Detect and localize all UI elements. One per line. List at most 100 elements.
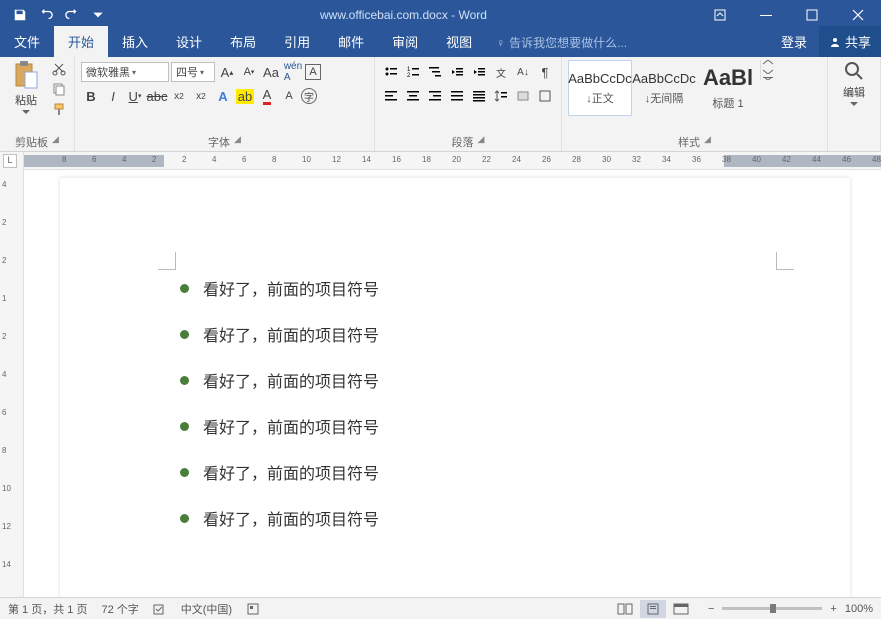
qat-customize-icon[interactable] — [86, 3, 110, 27]
document-view[interactable]: 看好了，前面的项目符号看好了，前面的项目符号看好了，前面的项目符号看好了，前面的… — [24, 170, 881, 597]
italic-button[interactable]: I — [103, 86, 123, 106]
list-item[interactable]: 看好了，前面的项目符号 — [180, 368, 379, 392]
tab-view[interactable]: 视图 — [432, 26, 486, 57]
web-layout-icon[interactable] — [668, 600, 694, 618]
bullet-icon — [180, 514, 189, 523]
change-case-icon[interactable]: Aa — [261, 62, 281, 82]
vertical-ruler[interactable]: L 42212468101214 — [0, 152, 24, 597]
align-left-icon[interactable] — [381, 86, 401, 106]
zoom-level[interactable]: 100% — [845, 603, 873, 615]
tab-selector[interactable]: L — [3, 154, 17, 168]
close-icon[interactable] — [835, 0, 881, 29]
tab-review[interactable]: 审阅 — [378, 26, 432, 57]
copy-icon[interactable] — [50, 80, 68, 98]
underline-button[interactable]: U▾ — [125, 86, 145, 106]
status-bar: 第 1 页，共 1 页 72 个字 中文(中国) − + 100% — [0, 597, 881, 619]
ribbon-options-icon[interactable] — [697, 0, 743, 29]
styles-dialog-launcher[interactable]: ◢ — [704, 134, 711, 150]
find-button[interactable]: 编辑 — [834, 60, 874, 106]
sort-icon[interactable]: A↓ — [513, 62, 533, 82]
format-painter-icon[interactable] — [50, 100, 68, 118]
status-language[interactable]: 中文(中国) — [181, 601, 232, 617]
zoom-slider[interactable] — [722, 607, 822, 610]
paste-button[interactable]: 粘贴 — [6, 60, 46, 114]
tab-layout[interactable]: 布局 — [216, 26, 270, 57]
maximize-icon[interactable] — [789, 0, 835, 29]
spellcheck-icon[interactable] — [153, 602, 167, 616]
character-shading-icon[interactable]: A — [279, 86, 299, 106]
multilevel-list-icon[interactable] — [425, 62, 445, 82]
save-icon[interactable] — [8, 3, 32, 27]
font-family-combo[interactable]: 微软雅黑▾ — [81, 62, 169, 82]
minimize-icon[interactable] — [743, 0, 789, 29]
tab-mailings[interactable]: 邮件 — [324, 26, 378, 57]
font-color-icon[interactable]: A — [257, 86, 277, 106]
list-item[interactable]: 看好了，前面的项目符号 — [180, 414, 379, 438]
numbering-icon[interactable]: 12 — [403, 62, 423, 82]
status-words[interactable]: 72 个字 — [101, 601, 138, 617]
tab-insert[interactable]: 插入 — [108, 26, 162, 57]
grow-font-icon[interactable]: A▴ — [217, 62, 237, 82]
print-layout-icon[interactable] — [640, 600, 666, 618]
superscript-button[interactable]: x2 — [191, 86, 211, 106]
styles-more-icon[interactable] — [760, 60, 776, 80]
share-button[interactable]: 共享 — [819, 26, 881, 57]
enclose-char-icon[interactable]: 字 — [301, 88, 317, 104]
cut-icon[interactable] — [50, 60, 68, 78]
list-item-text: 看好了，前面的项目符号 — [203, 460, 379, 484]
macro-icon[interactable] — [246, 602, 260, 616]
view-buttons — [612, 600, 694, 618]
tab-file[interactable]: 文件 — [0, 26, 54, 57]
tab-home[interactable]: 开始 — [54, 26, 108, 57]
asian-layout-icon[interactable]: 文 — [491, 62, 511, 82]
highlight-icon[interactable]: ab — [235, 86, 255, 106]
strikethrough-button[interactable]: abc — [147, 86, 167, 106]
bullets-icon[interactable] — [381, 62, 401, 82]
style-item[interactable]: AaBl标题 1 — [696, 60, 760, 116]
undo-icon[interactable] — [34, 3, 58, 27]
justify-icon[interactable] — [447, 86, 467, 106]
style-item[interactable]: AaBbCcDc↓无间隔 — [632, 60, 696, 116]
zoom-out-button[interactable]: − — [708, 603, 714, 615]
zoom-in-button[interactable]: + — [830, 603, 836, 615]
font-size-combo[interactable]: 四号▾ — [171, 62, 215, 82]
list-item[interactable]: 看好了，前面的项目符号 — [180, 322, 379, 346]
document-content[interactable]: 看好了，前面的项目符号看好了，前面的项目符号看好了，前面的项目符号看好了，前面的… — [180, 276, 379, 552]
clipboard-dialog-launcher[interactable]: ◢ — [52, 134, 59, 150]
bullet-icon — [180, 422, 189, 431]
group-styles: AaBbCcDc↓正文AaBbCcDc↓无间隔AaBl标题 1 样式◢ — [562, 57, 828, 151]
align-right-icon[interactable] — [425, 86, 445, 106]
login-button[interactable]: 登录 — [769, 26, 819, 57]
read-mode-icon[interactable] — [612, 600, 638, 618]
tell-me-search[interactable]: ♀告诉我您想要做什么... — [486, 28, 637, 57]
character-border-icon[interactable]: A — [305, 64, 321, 80]
group-font-label: 字体 — [208, 134, 230, 150]
paragraph-dialog-launcher[interactable]: ◢ — [478, 134, 485, 150]
shrink-font-icon[interactable]: A▾ — [239, 62, 259, 82]
line-spacing-icon[interactable] — [491, 86, 511, 106]
show-marks-icon[interactable]: ¶ — [535, 62, 555, 82]
font-dialog-launcher[interactable]: ◢ — [234, 134, 241, 150]
tab-design[interactable]: 设计 — [162, 26, 216, 57]
increase-indent-icon[interactable] — [469, 62, 489, 82]
horizontal-ruler[interactable]: 8642246810121416182022242628303234363840… — [24, 152, 881, 170]
redo-icon[interactable] — [60, 3, 84, 27]
borders-icon[interactable] — [535, 86, 555, 106]
text-effects-icon[interactable]: A — [213, 86, 233, 106]
distribute-icon[interactable] — [469, 86, 489, 106]
bullet-icon — [180, 468, 189, 477]
list-item[interactable]: 看好了，前面的项目符号 — [180, 506, 379, 530]
status-page[interactable]: 第 1 页，共 1 页 — [8, 601, 87, 617]
shading-icon[interactable] — [513, 86, 533, 106]
page: 看好了，前面的项目符号看好了，前面的项目符号看好了，前面的项目符号看好了，前面的… — [60, 178, 850, 597]
list-item[interactable]: 看好了，前面的项目符号 — [180, 276, 379, 300]
align-center-icon[interactable] — [403, 86, 423, 106]
decrease-indent-icon[interactable] — [447, 62, 467, 82]
list-item[interactable]: 看好了，前面的项目符号 — [180, 460, 379, 484]
tab-references[interactable]: 引用 — [270, 26, 324, 57]
list-item-text: 看好了，前面的项目符号 — [203, 414, 379, 438]
phonetic-guide-icon[interactable]: wénA — [283, 62, 303, 82]
bold-button[interactable]: B — [81, 86, 101, 106]
style-item[interactable]: AaBbCcDc↓正文 — [568, 60, 632, 116]
subscript-button[interactable]: x2 — [169, 86, 189, 106]
